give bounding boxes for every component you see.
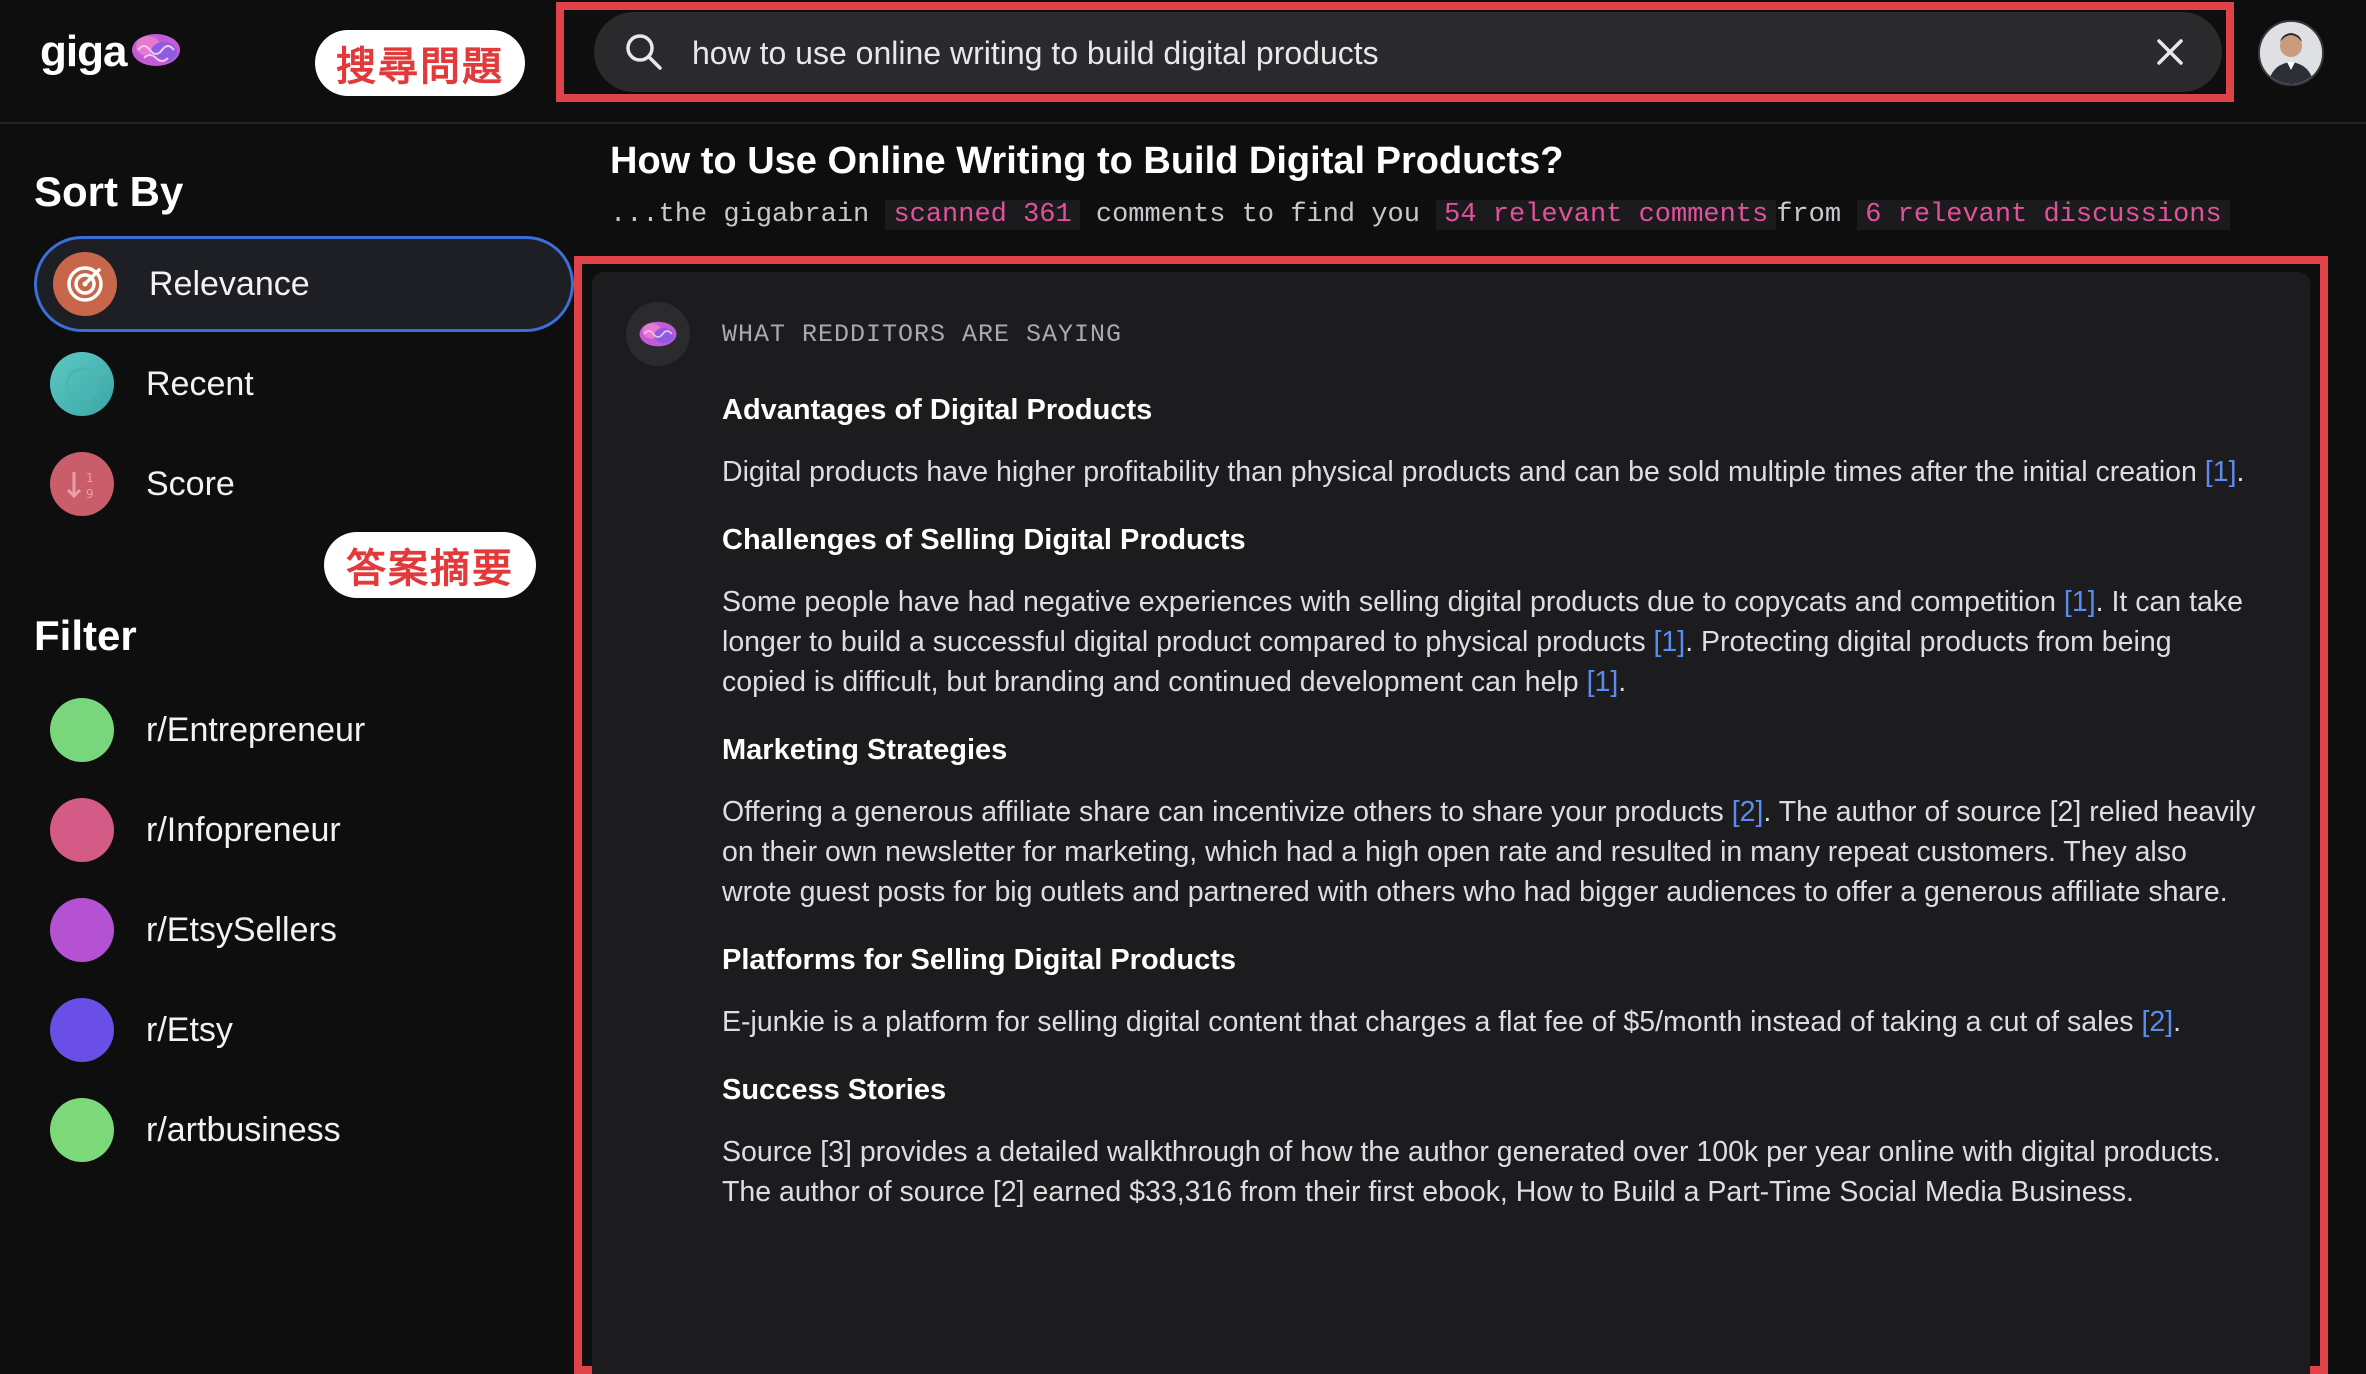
section-title: Success Stories	[722, 1074, 947, 1106]
search-icon	[624, 32, 664, 77]
scan-from: from	[1776, 200, 1858, 230]
logo-text: giga	[40, 27, 127, 76]
subreddit-color-dot	[50, 798, 114, 862]
sort-option-relevance[interactable]: Relevance	[34, 236, 574, 332]
answer-body: Advantages of Digital Products Digital pr…	[722, 390, 2258, 1240]
filter-item-label: r/Etsy	[146, 1010, 233, 1049]
giga-logo[interactable]: giga	[40, 22, 182, 82]
clock-icon	[50, 352, 114, 416]
scan-mid: comments to find you	[1079, 200, 1437, 230]
filter-item-label: r/EtsySellers	[146, 910, 337, 949]
sort-option-score[interactable]: 1 9 Score	[34, 436, 574, 532]
section-text: Source [3] provides a detailed walkthrou…	[722, 1132, 2258, 1212]
section-text-fragment: Source [3] provides a detailed walkthrou…	[722, 1136, 2221, 1208]
close-icon[interactable]	[2154, 36, 2186, 73]
card-label: WHAT REDDITORS ARE SAYING	[722, 320, 1123, 349]
section-text-fragment: .	[2236, 456, 2245, 488]
citation-link[interactable]: [1]	[1587, 666, 1619, 698]
filter-item-label: r/artbusiness	[146, 1110, 341, 1149]
sort-option-recent[interactable]: Recent	[34, 336, 574, 432]
sort-option-label: Relevance	[149, 264, 310, 303]
filter-item-label: r/Infopreneur	[146, 810, 341, 849]
target-icon	[53, 252, 117, 316]
top-bar: giga 搜尋問題	[0, 0, 2366, 124]
scanned-count: scanned 361	[885, 200, 1080, 230]
callout-answer-summary: 答案摘要	[324, 532, 536, 598]
citation-link[interactable]: [2]	[2141, 1006, 2173, 1038]
callout-search-question: 搜尋問題	[315, 30, 525, 96]
section-text-fragment: .	[2173, 1006, 2182, 1038]
avatar[interactable]	[2258, 20, 2324, 86]
section-text: Offering a generous affiliate share can …	[722, 792, 2258, 912]
citation-link[interactable]: [1]	[1654, 626, 1686, 658]
filter-item-label: r/Entrepreneur	[146, 710, 366, 749]
sidebar: Sort By Relevance Recent 1 9 Score Filte…	[0, 124, 580, 1374]
section-text: Some people have had negative experience…	[722, 582, 2258, 702]
section-text-fragment: .	[1618, 666, 1627, 698]
page-title: How to Use Online Writing to Build Digit…	[610, 140, 1564, 182]
relevant-comments-count[interactable]: 54 relevant comments	[1436, 200, 1777, 230]
filter-item-infopreneur[interactable]: r/Infopreneur	[34, 782, 574, 878]
section-title: Platforms for Selling Digital Products	[722, 944, 1237, 976]
subreddit-color-dot	[50, 1098, 114, 1162]
sort-option-label: Score	[146, 464, 235, 503]
section-text: E-junkie is a platform for selling digit…	[722, 1002, 2258, 1042]
filter-item-etsysellers[interactable]: r/EtsySellers	[34, 882, 574, 978]
citation-link[interactable]: [2]	[1732, 796, 1764, 828]
citation-link[interactable]: [1]	[2205, 456, 2237, 488]
section-text: Digital products have higher profitabili…	[722, 452, 2258, 492]
section-title: Advantages of Digital Products	[722, 394, 1153, 426]
section-text-fragment: Some people have had negative experience…	[722, 586, 2064, 618]
subreddit-color-dot	[50, 998, 114, 1062]
section-text-fragment: Offering a generous affiliate share can …	[722, 796, 1732, 828]
section-text-fragment: E-junkie is a platform for selling digit…	[722, 1006, 2142, 1038]
svg-text:1: 1	[86, 471, 94, 485]
citation-link[interactable]: [1]	[2064, 586, 2096, 618]
filter-heading: Filter	[34, 612, 137, 659]
brain-icon	[130, 30, 182, 75]
scan-prefix: ...the gigabrain	[610, 200, 886, 230]
answer-summary-card: WHAT REDDITORS ARE SAYING Advantages of …	[592, 272, 2310, 1374]
svg-text:9: 9	[86, 487, 94, 501]
search-bar[interactable]	[594, 12, 2222, 92]
section-title: Challenges of Selling Digital Products	[722, 524, 1246, 556]
relevant-discussions-count[interactable]: 6 relevant discussions	[1857, 200, 2230, 230]
sort-option-label: Recent	[146, 364, 254, 403]
sort-by-heading: Sort By	[34, 168, 184, 215]
subreddit-color-dot	[50, 898, 114, 962]
section-text-fragment: Digital products have higher profitabili…	[722, 456, 2205, 488]
filter-item-etsy[interactable]: r/Etsy	[34, 982, 574, 1078]
filter-item-artbusiness[interactable]: r/artbusiness	[34, 1082, 574, 1178]
scan-summary: ...the gigabrain scanned 361 comments to…	[610, 200, 2230, 230]
subreddit-color-dot	[50, 698, 114, 762]
search-input[interactable]	[690, 24, 2074, 82]
sort-score-icon: 1 9	[50, 452, 114, 516]
section-title: Marketing Strategies	[722, 734, 1008, 766]
filter-item-entrepreneur[interactable]: r/Entrepreneur	[34, 682, 574, 778]
brain-icon	[626, 302, 690, 366]
